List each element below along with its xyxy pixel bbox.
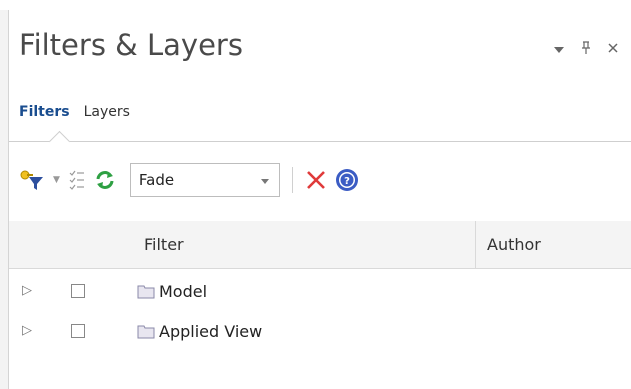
row-checkbox[interactable]	[71, 284, 85, 298]
checklist-icon[interactable]	[68, 169, 86, 191]
panel-title: Filters & Layers	[19, 28, 243, 62]
pin-icon[interactable]	[581, 41, 591, 58]
fade-mode-select[interactable]: Fade	[129, 163, 280, 197]
expand-arrow-icon[interactable]: ▷	[22, 323, 32, 338]
chevron-down-icon	[260, 171, 269, 189]
help-icon[interactable]: ?	[335, 168, 359, 192]
svg-text:?: ?	[344, 176, 350, 187]
filters-layers-panel: Filters & Layers Filters Layers ▼ Fade ?…	[9, 10, 631, 389]
table-row[interactable]: ▷ Applied View	[9, 313, 631, 353]
dock-edge	[0, 10, 9, 389]
filter-toolbar: ▼ Fade ?	[19, 162, 359, 198]
add-filter-icon[interactable]	[19, 169, 45, 191]
tab-filters[interactable]: Filters	[19, 104, 70, 120]
tab-divider	[9, 141, 631, 142]
panel-titlebar: Filters & Layers	[9, 10, 631, 88]
column-header-filter[interactable]: Filter	[144, 235, 184, 254]
expand-arrow-icon[interactable]: ▷	[22, 283, 32, 298]
panel-menu-dropdown-icon[interactable]	[553, 42, 565, 57]
folder-icon	[137, 323, 155, 343]
refresh-icon[interactable]	[94, 169, 116, 191]
toolbar-separator	[291, 167, 293, 193]
row-label: Applied View	[159, 322, 263, 341]
folder-icon	[137, 283, 155, 303]
row-checkbox[interactable]	[71, 324, 85, 338]
fade-mode-value: Fade	[138, 171, 175, 189]
panel-tabs: Filters Layers	[19, 104, 130, 120]
close-icon[interactable]	[607, 42, 619, 57]
table-row[interactable]: ▷ Model	[9, 273, 631, 313]
title-buttons	[553, 41, 619, 58]
grid-header: Filter Author	[9, 221, 631, 269]
row-label: Model	[159, 282, 208, 301]
delete-icon[interactable]	[305, 169, 327, 191]
column-divider[interactable]	[475, 221, 476, 268]
active-tab-indicator	[48, 130, 71, 153]
add-filter-dropdown-icon[interactable]: ▼	[53, 175, 60, 185]
tab-layers[interactable]: Layers	[84, 104, 130, 120]
column-header-author[interactable]: Author	[487, 235, 541, 254]
